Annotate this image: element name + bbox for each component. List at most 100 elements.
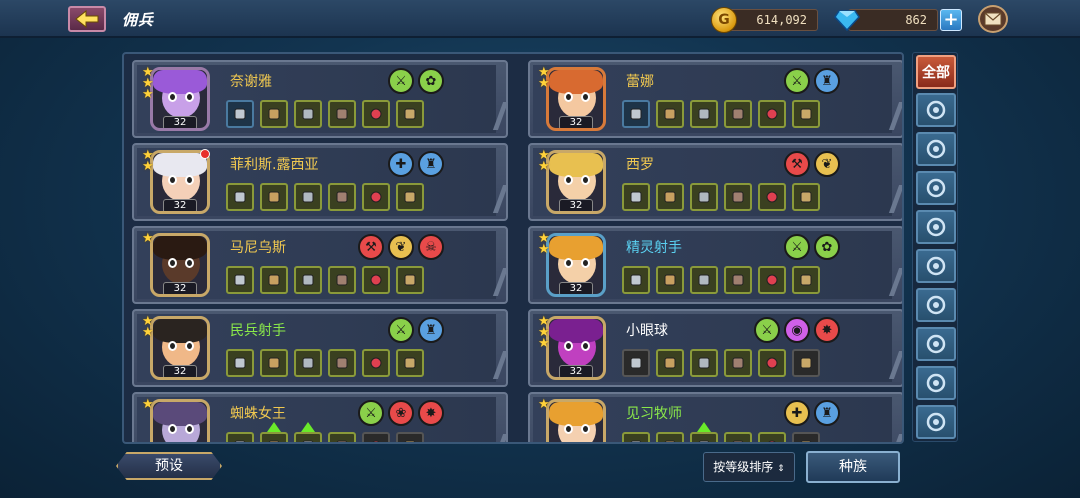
equipment-slot[interactable]	[260, 349, 288, 377]
equipment-slot[interactable]	[690, 183, 718, 211]
demon-trait-icon[interactable]: ☠	[418, 234, 444, 260]
equipment-slot[interactable]	[396, 432, 424, 442]
equipment-slot[interactable]	[792, 349, 820, 377]
beast-trait-icon[interactable]: ✿	[814, 234, 840, 260]
race-filter-button[interactable]: 种族	[806, 451, 900, 483]
hero-card[interactable]: 32 ★ 见习牧师 ✚♜	[528, 392, 902, 442]
class-filter-button[interactable]	[916, 93, 956, 127]
beast-trait-icon[interactable]: ✿	[418, 68, 444, 94]
equipment-slot[interactable]	[362, 432, 390, 442]
equipment-slot[interactable]	[328, 183, 356, 211]
equipment-slot[interactable]	[656, 266, 684, 294]
filter-all-button[interactable]: 全部	[916, 55, 956, 89]
class-filter-button[interactable]	[916, 132, 956, 166]
wings-trait-icon[interactable]: ❦	[814, 151, 840, 177]
equipment-slot[interactable]	[294, 266, 322, 294]
helmet-trait-icon[interactable]: ♜	[814, 400, 840, 426]
spider-trait-icon[interactable]: ✸	[418, 400, 444, 426]
equipment-slot[interactable]	[328, 100, 356, 128]
hero-list[interactable]: 32 ★ ★ ★ 奈谢雅 ⚔ ✿ 32 ★ ★ 蕾娜 ⚔ ♜ 32 ★ ★ 菲利…	[122, 52, 904, 444]
class-filter-button[interactable]	[916, 249, 956, 283]
equipment-slot[interactable]	[328, 432, 356, 442]
equipment-slot[interactable]	[362, 183, 390, 211]
equipment-slot[interactable]	[260, 422, 288, 442]
sort-dropdown[interactable]: 按等级排序 ⇕	[703, 452, 795, 482]
equipment-slot[interactable]	[656, 432, 684, 442]
equipment-slot[interactable]	[396, 100, 424, 128]
equipment-slot[interactable]	[294, 100, 322, 128]
equipment-slot[interactable]	[724, 100, 752, 128]
helmet-trait-icon[interactable]: ♜	[418, 317, 444, 343]
equipment-slot[interactable]	[396, 349, 424, 377]
equipment-slot[interactable]	[226, 432, 254, 442]
equipment-slot[interactable]	[622, 266, 650, 294]
bow-trait-icon[interactable]: ⚔	[358, 400, 384, 426]
equipment-slot[interactable]	[724, 183, 752, 211]
equipment-slot[interactable]	[226, 266, 254, 294]
hammer-trait-icon[interactable]: ⚒	[358, 234, 384, 260]
hero-card[interactable]: 32 ★ 蜘蛛女王 ⚔❀✸	[132, 392, 509, 442]
equipment-slot[interactable]	[362, 100, 390, 128]
equipment-slot[interactable]	[792, 100, 820, 128]
spider-trait-icon[interactable]: ✸	[814, 317, 840, 343]
equipment-slot[interactable]	[724, 349, 752, 377]
equipment-slot[interactable]	[690, 422, 718, 442]
equipment-slot[interactable]	[758, 349, 786, 377]
eye-trait-icon[interactable]: ◉	[784, 317, 810, 343]
equipment-slot[interactable]	[396, 266, 424, 294]
equipment-slot[interactable]	[792, 183, 820, 211]
equipment-slot[interactable]	[294, 183, 322, 211]
equipment-slot[interactable]	[294, 422, 322, 442]
bow-trait-icon[interactable]: ⚔	[784, 234, 810, 260]
back-button[interactable]	[68, 6, 106, 32]
equipment-slot[interactable]	[758, 183, 786, 211]
hero-card[interactable]: 32 ★ ★ ★ 奈谢雅 ⚔ ✿	[132, 60, 509, 138]
cross-trait-icon[interactable]: ✚	[388, 151, 414, 177]
preset-button[interactable]: 预设	[116, 452, 222, 480]
hero-card[interactable]: 32 ★ ★ 菲利斯.露西亚 ✚ ♜	[132, 143, 509, 221]
hero-card[interactable]: 32 ★ 马尼乌斯 ⚒ ❦ ☠	[132, 226, 509, 304]
equipment-slot[interactable]	[328, 349, 356, 377]
hammer-trait-icon[interactable]: ⚒	[784, 151, 810, 177]
equipment-slot[interactable]	[758, 432, 786, 442]
class-filter-button[interactable]	[916, 171, 956, 205]
bow-trait-icon[interactable]: ⚔	[388, 317, 414, 343]
equipment-slot[interactable]	[758, 100, 786, 128]
class-filter-button[interactable]	[916, 210, 956, 244]
wings-trait-icon[interactable]: ❦	[388, 234, 414, 260]
hero-card[interactable]: 32 ★ ★ 蕾娜 ⚔ ♜	[528, 60, 902, 138]
hero-card[interactable]: 32 ★ ★ 民兵射手 ⚔ ♜	[132, 309, 509, 387]
equipment-slot[interactable]	[260, 100, 288, 128]
equipment-slot[interactable]	[362, 266, 390, 294]
class-filter-button[interactable]	[916, 405, 956, 439]
bow-trait-icon[interactable]: ⚔	[754, 317, 780, 343]
equipment-slot[interactable]	[622, 183, 650, 211]
equipment-slot[interactable]	[622, 100, 650, 128]
hero-card[interactable]: 32 ★ ★ 精灵射手 ⚔ ✿	[528, 226, 902, 304]
equipment-slot[interactable]	[656, 349, 684, 377]
cross-trait-icon[interactable]: ✚	[784, 400, 810, 426]
equipment-slot[interactable]	[226, 183, 254, 211]
equipment-slot[interactable]	[260, 266, 288, 294]
equipment-slot[interactable]	[396, 183, 424, 211]
helmet-trait-icon[interactable]: ♜	[814, 68, 840, 94]
class-filter-button[interactable]	[916, 366, 956, 400]
equipment-slot[interactable]	[758, 266, 786, 294]
equipment-slot[interactable]	[226, 100, 254, 128]
hero-card[interactable]: 32 ★ ★ 西罗 ⚒ ❦	[528, 143, 902, 221]
paw-trait-icon[interactable]: ❀	[388, 400, 414, 426]
equipment-slot[interactable]	[690, 100, 718, 128]
equipment-slot[interactable]	[724, 266, 752, 294]
equipment-slot[interactable]	[690, 349, 718, 377]
equipment-slot[interactable]	[690, 266, 718, 294]
equipment-slot[interactable]	[656, 183, 684, 211]
equipment-slot[interactable]	[226, 349, 254, 377]
equipment-slot[interactable]	[622, 349, 650, 377]
equipment-slot[interactable]	[622, 432, 650, 442]
equipment-slot[interactable]	[792, 432, 820, 442]
hero-card[interactable]: 32 ★ ★ ★ 小眼球 ⚔ ◉ ✸	[528, 309, 902, 387]
helmet-trait-icon[interactable]: ♜	[418, 151, 444, 177]
equipment-slot[interactable]	[724, 432, 752, 442]
equipment-slot[interactable]	[362, 349, 390, 377]
equipment-slot[interactable]	[792, 266, 820, 294]
